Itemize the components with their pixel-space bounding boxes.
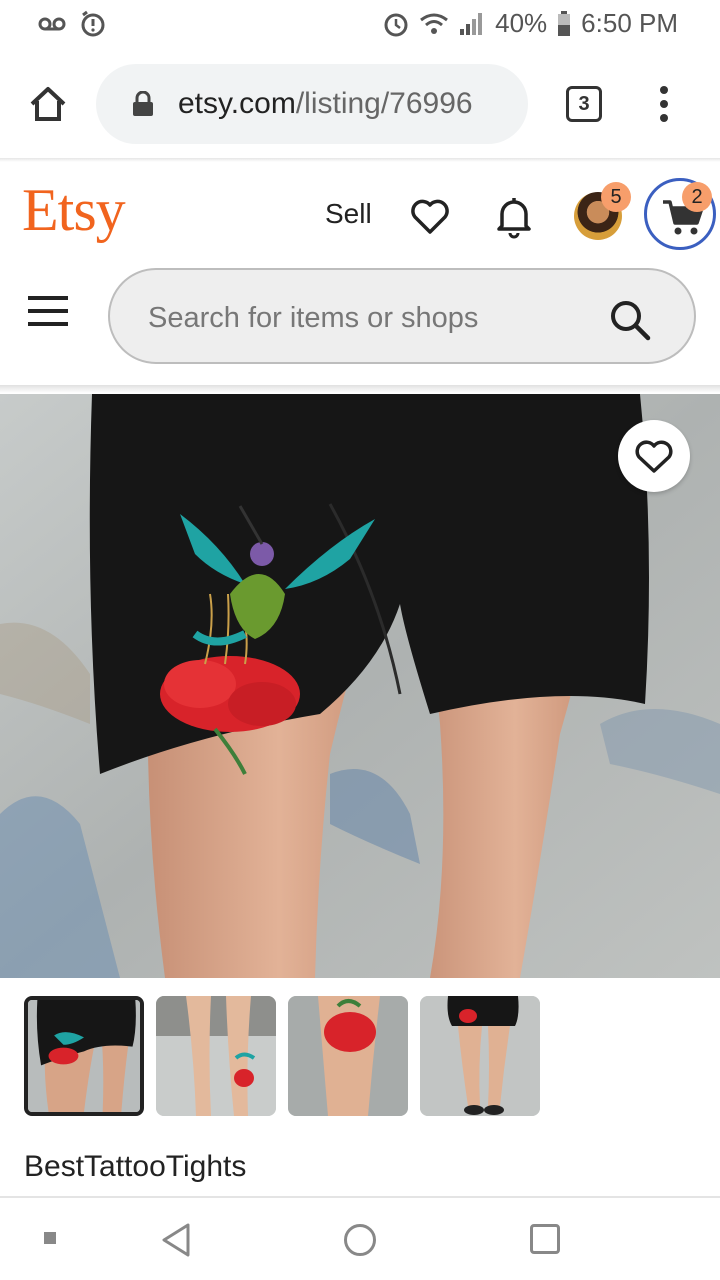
hamburger-menu-icon[interactable] [28, 294, 68, 328]
home-icon[interactable] [26, 82, 70, 126]
alarm-alert-icon [81, 10, 105, 37]
lock-icon [133, 91, 153, 116]
status-left-icons [38, 10, 106, 38]
back-icon[interactable] [160, 1222, 192, 1258]
listing-main-image[interactable] [0, 394, 720, 978]
favorites-heart-icon[interactable] [408, 194, 452, 238]
heart-icon [635, 440, 673, 473]
header-divider [0, 385, 720, 393]
home-circle-icon[interactable] [344, 1224, 376, 1256]
browser-toolbar: etsy.com/listing/76996 3 [0, 50, 720, 158]
thumbnail-4[interactable] [420, 996, 540, 1116]
address-bar[interactable]: etsy.com/listing/76996 [96, 64, 528, 144]
search-icon[interactable] [608, 298, 652, 342]
alarm-icon [384, 13, 408, 36]
system-navigation-bar [0, 1196, 720, 1280]
signal-icon [460, 12, 483, 35]
url-host: etsy.com [178, 87, 296, 120]
cart-count-badge: 2 [682, 182, 712, 212]
thumbnail-image [28, 1000, 140, 1112]
image-thumbnails [24, 996, 540, 1116]
voicemail-icon [38, 17, 66, 31]
thumbnail-image [288, 996, 408, 1116]
thumbnail-image [420, 996, 540, 1116]
url-path: /listing/76996 [295, 87, 473, 120]
battery-icon [558, 10, 571, 36]
tab-switcher-button[interactable]: 3 [566, 86, 602, 122]
notifications-bell-icon[interactable] [494, 192, 534, 240]
clock: 6:50 PM [581, 8, 678, 38]
shop-name-link[interactable]: BestTattooTights [24, 1150, 246, 1184]
search-input[interactable] [148, 298, 498, 338]
battery-percent: 40% [495, 8, 548, 38]
thumbnail-2[interactable] [156, 996, 276, 1116]
nav-indicator-icon [44, 1232, 56, 1244]
status-right-icons: 40% 6:50 PM [383, 8, 678, 39]
recent-apps-icon[interactable] [530, 1224, 560, 1254]
wifi-icon [420, 13, 449, 34]
thumbnail-1[interactable] [24, 996, 144, 1116]
search-bar [108, 268, 696, 364]
site-header: Etsy Sell 5 2 [0, 162, 720, 387]
status-bar: 40% 6:50 PM [0, 0, 720, 50]
sell-link[interactable]: Sell [325, 198, 372, 230]
more-options-icon[interactable] [652, 84, 676, 124]
tattoo-tights-photo [0, 394, 720, 978]
thumbnail-image [156, 996, 276, 1116]
etsy-logo[interactable]: Etsy [22, 176, 126, 245]
thumbnail-3[interactable] [288, 996, 408, 1116]
url-text: etsy.com/listing/76996 [178, 87, 473, 121]
favorite-listing-button[interactable] [618, 420, 690, 492]
avatar-notification-badge: 5 [601, 182, 631, 212]
